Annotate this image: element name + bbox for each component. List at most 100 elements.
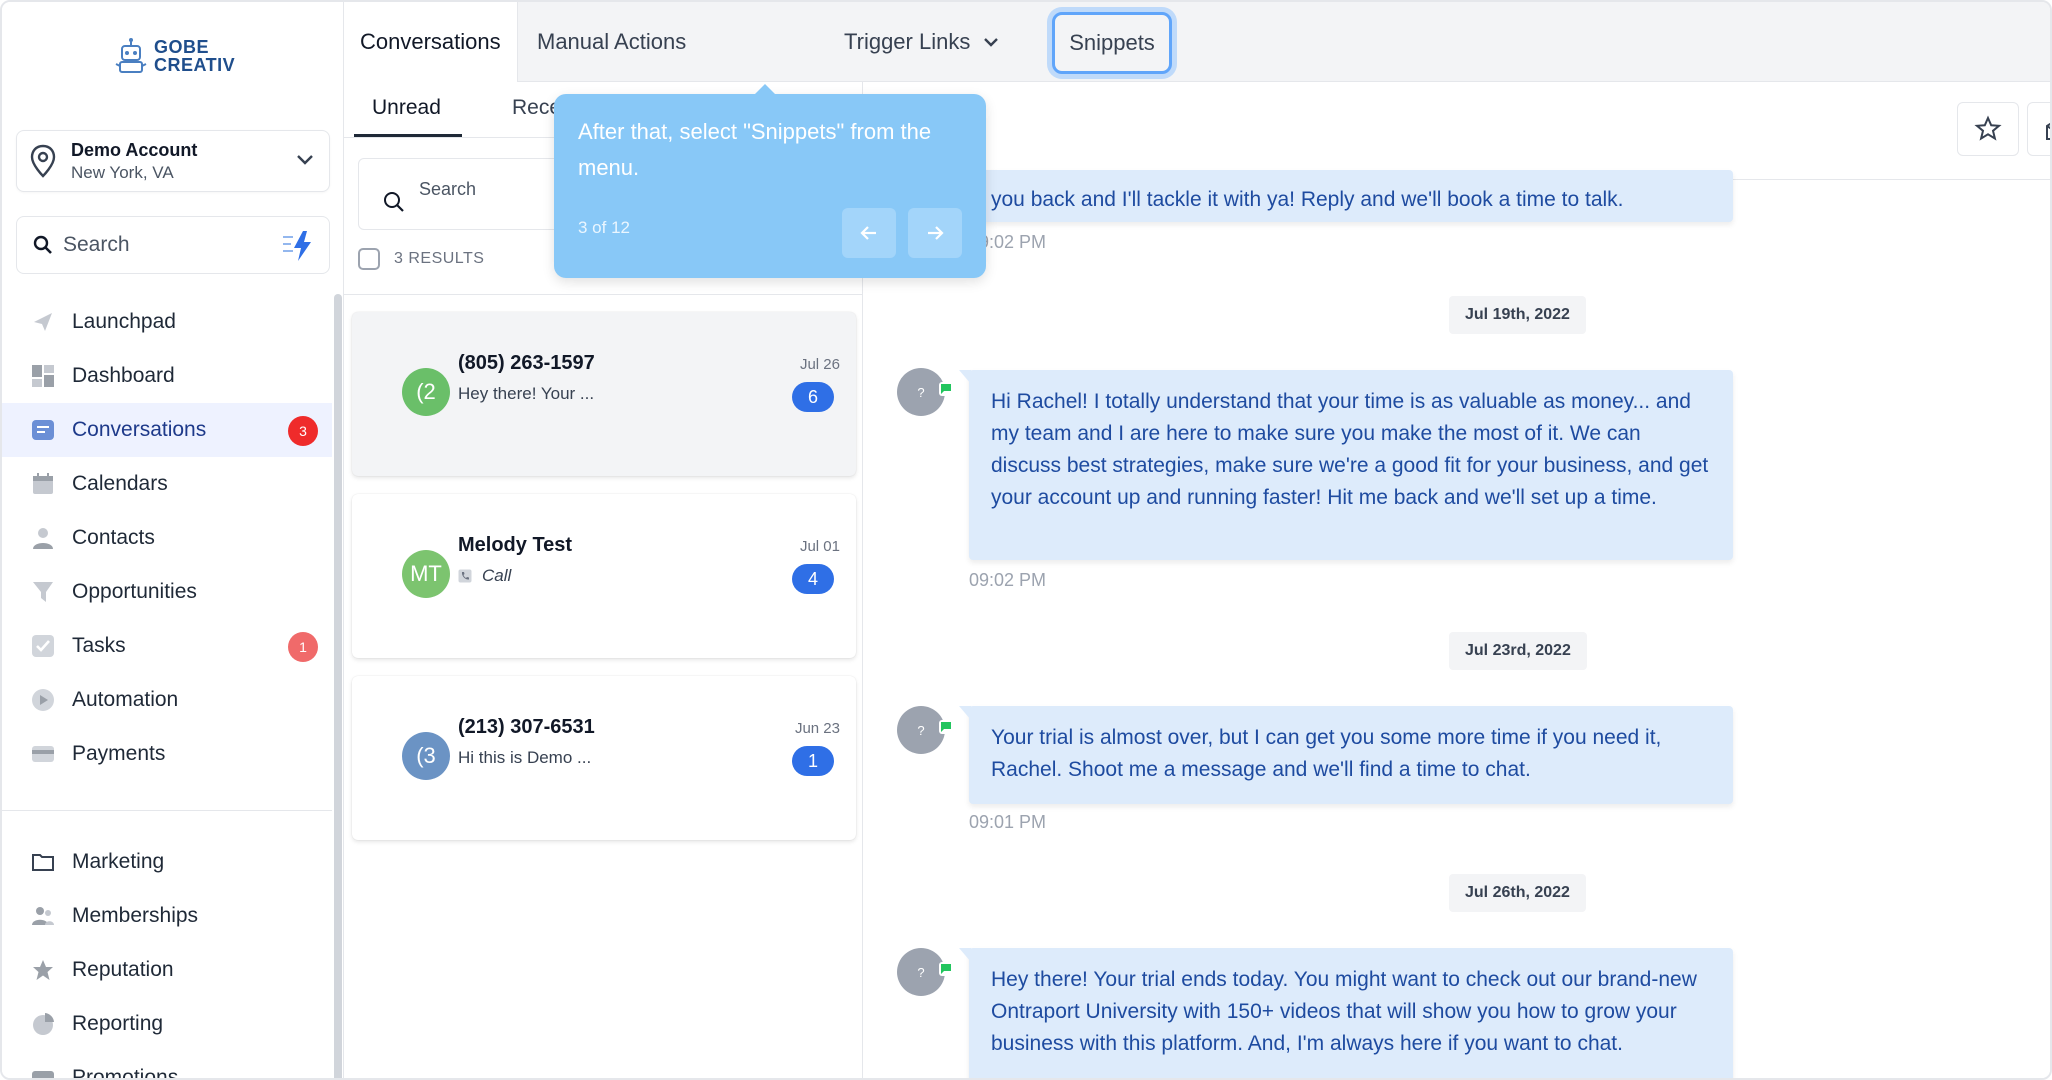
chevron-down-icon: [984, 38, 999, 47]
tab-trigger-links[interactable]: Trigger Links: [844, 2, 1000, 82]
account-switcher[interactable]: Demo Account New York, VA: [16, 130, 330, 192]
message-time: 09:01 PM: [969, 812, 1047, 832]
date-separator: Jul 26th, 2022: [1449, 874, 1586, 912]
nav-item-opportunities[interactable]: Opportunities: [2, 565, 332, 619]
main-nav: Launchpad Dashboard Conversations 3 Cale…: [2, 295, 332, 781]
contact-name: (805) 263-1597: [458, 352, 595, 374]
group-icon: [30, 903, 56, 929]
nav-item-dashboard[interactable]: Dashboard: [2, 349, 332, 403]
select-all-checkbox[interactable]: [358, 248, 380, 270]
message-thread-pane: you back and I'll tackle it with ya! Rep…: [862, 82, 2050, 1078]
account-location: New York, VA: [71, 162, 174, 182]
search-icon: [384, 192, 404, 212]
top-tab-bar: Conversations Manual Actions Snippets Tr…: [344, 2, 2050, 82]
nav-item-reputation[interactable]: Reputation: [2, 943, 332, 997]
message-bubble: Hi Rachel! I totally understand that you…: [959, 370, 1733, 560]
nav-item-automation[interactable]: Automation: [2, 673, 332, 727]
avatar: (2: [402, 368, 450, 416]
tooltip-step-counter: 3 of 12: [578, 218, 630, 237]
lightning-icon[interactable]: [281, 229, 317, 263]
tooltip-text: After that, select "Snippets" from the m…: [578, 119, 932, 180]
avatar: MT: [402, 550, 450, 598]
date-separator: Jul 23rd, 2022: [1449, 632, 1587, 670]
robot-logo-icon: [115, 38, 147, 73]
envelope-open-icon: [2046, 122, 2050, 140]
app-window: GOBE CREATIV Demo Account New York, VA S: [0, 0, 2052, 1080]
conversation-card[interactable]: (2 (805) 263-1597 Hey there! Your ... Ju…: [352, 312, 856, 476]
nav-item-tasks[interactable]: Tasks 1: [2, 619, 332, 673]
promo-icon: [30, 1065, 56, 1078]
automation-icon: [30, 687, 56, 713]
arrow-left-icon: [860, 226, 876, 240]
sms-channel-icon: [939, 382, 953, 396]
avatar: (3: [402, 732, 450, 780]
nav-item-reporting[interactable]: Reporting: [2, 997, 332, 1051]
dashboard-icon: [30, 363, 56, 389]
pie-icon: [30, 1011, 56, 1037]
message-bubble: Your trial is almost over, but I can get…: [959, 706, 1733, 804]
sidebar: GOBE CREATIV Demo Account New York, VA S: [2, 2, 344, 1078]
tour-tooltip: After that, select "Snippets" from the m…: [554, 84, 986, 278]
message-time: 09:02 PM: [969, 570, 1047, 590]
thread-header: [863, 82, 2050, 180]
star-icon: [30, 957, 56, 983]
star-button[interactable]: [1957, 102, 2019, 156]
chat-icon: [30, 417, 56, 443]
results-count: 3 RESULTS: [394, 250, 485, 267]
results-row: 3 RESULTS: [358, 248, 484, 270]
nav-item-marketing[interactable]: Marketing: [2, 835, 332, 889]
sidebar-search-placeholder: Search: [63, 233, 130, 256]
sidebar-search-input[interactable]: Search: [16, 216, 330, 274]
active-tab-underline: [354, 134, 462, 137]
person-icon: [30, 525, 56, 551]
funnel-icon: [30, 579, 56, 605]
sms-channel-icon: [939, 720, 953, 734]
nav-item-promotions[interactable]: Promotions: [2, 1051, 332, 1078]
message-bubble: you back and I'll tackle it with ya! Rep…: [959, 170, 1733, 222]
nav-item-calendars[interactable]: Calendars: [2, 457, 332, 511]
tooltip-next-button[interactable]: [908, 208, 962, 258]
nav-divider: [2, 810, 332, 811]
conversation-date: Jul 26: [799, 356, 840, 373]
location-pin-icon: [30, 144, 56, 178]
message-preview: Call: [458, 566, 511, 586]
tooltip-prev-button[interactable]: [842, 208, 896, 258]
tab-conversations[interactable]: Conversations: [344, 2, 518, 82]
folder-icon: [30, 849, 56, 875]
sidebar-scrollbar[interactable]: [334, 294, 342, 1078]
conversation-date: Jul 01: [799, 538, 840, 555]
conversations-unread-badge: 3: [288, 416, 318, 446]
sender-avatar: ?: [897, 706, 953, 754]
conversation-card[interactable]: (3 (213) 307-6531 Hi this is Demo ... Ju…: [352, 676, 856, 840]
contact-name: Melody Test: [458, 534, 573, 556]
sender-avatar: ?: [897, 368, 953, 416]
calendar-icon: [30, 471, 56, 497]
account-name: Demo Account: [71, 139, 198, 160]
brand-name: GOBE CREATIV: [154, 37, 236, 75]
nav-item-launchpad[interactable]: Launchpad: [2, 295, 332, 349]
unread-count-badge: 1: [792, 746, 834, 776]
contact-name: (213) 307-6531: [458, 716, 595, 738]
message-preview: Hey there! Your ...: [458, 384, 595, 403]
tab-unread[interactable]: Unread: [372, 96, 441, 120]
tab-snippets[interactable]: Snippets: [1052, 12, 1172, 74]
secondary-nav: Marketing Memberships Reputation Reporti…: [2, 835, 332, 1078]
tab-manual-actions[interactable]: Manual Actions: [537, 2, 686, 82]
brand-logo[interactable]: GOBE CREATIV: [114, 36, 235, 76]
rocket-icon: [30, 309, 56, 335]
nav-item-memberships[interactable]: Memberships: [2, 889, 332, 943]
search-icon: [33, 235, 52, 254]
unread-count-badge: 6: [792, 382, 834, 412]
tasks-badge: 1: [288, 632, 318, 662]
message-bubble: Hey there! Your trial ends today. You mi…: [959, 948, 1733, 1078]
mark-read-button[interactable]: [2027, 102, 2050, 156]
date-separator: Jul 19th, 2022: [1449, 296, 1586, 334]
phone-call-icon: [458, 569, 472, 583]
conversation-date: Jun 23: [794, 720, 840, 737]
unread-count-badge: 4: [792, 564, 834, 594]
conversation-card[interactable]: MT Melody Test Call Jul 01 4: [352, 494, 856, 658]
card-icon: [30, 741, 56, 767]
nav-item-payments[interactable]: Payments: [2, 727, 332, 781]
nav-item-conversations[interactable]: Conversations 3: [2, 403, 332, 457]
nav-item-contacts[interactable]: Contacts: [2, 511, 332, 565]
